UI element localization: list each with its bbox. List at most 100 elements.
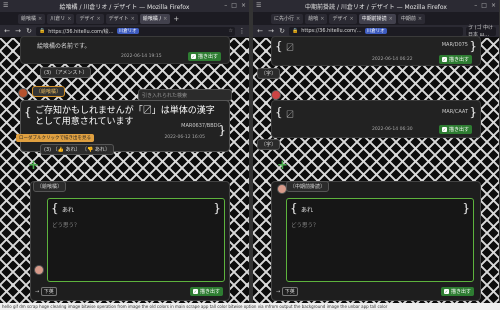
tab[interactable]: 絵喰 ×	[305, 13, 328, 24]
tab[interactable]: デザイト ×	[105, 13, 138, 24]
tab-close-icon[interactable]: ×	[320, 16, 324, 22]
post-code: MAR/CAAT	[441, 109, 468, 115]
close-brace: }	[469, 105, 477, 119]
submit-button[interactable]: ✓ 描き出す	[440, 287, 474, 296]
left-browser-window: ☰ 絵喰橘 / 川倉リオ / デザイト — Mozilla Firefox – …	[0, 0, 250, 303]
close-brace: }	[469, 39, 477, 53]
add-icon[interactable]: +	[277, 158, 288, 173]
maximize-icon[interactable]: □	[481, 2, 487, 9]
minimize-icon[interactable]: –	[474, 2, 477, 9]
tab[interactable]: に先小行 ×	[271, 13, 304, 24]
user-avatar[interactable]	[277, 184, 287, 194]
back-icon[interactable]: ←	[3, 27, 11, 35]
input-mode-key[interactable]: 下英	[40, 287, 57, 296]
tab[interactable]: デザイ ×	[76, 13, 104, 24]
keyboard-hint: → 下英	[35, 287, 57, 296]
close-brace: }	[218, 123, 226, 137]
tab-close-icon[interactable]: ×	[67, 16, 71, 22]
desktop: ☰ 絵喰橘 / 川倉リオ / デザイト — Mozilla Firefox – …	[0, 0, 500, 310]
tag-chip[interactable]: 〔字〕	[257, 139, 281, 150]
tab[interactable]: 絵喰橘 ×	[18, 13, 46, 24]
menu-icon[interactable]: ☰	[256, 2, 261, 9]
tab-close-icon[interactable]: ×	[418, 16, 422, 22]
url-text: https://36.hitellu.com/绘…	[48, 28, 114, 35]
keyboard-hint: → 下英	[276, 287, 298, 296]
new-tab-icon[interactable]: +	[172, 15, 180, 23]
avatar[interactable]	[271, 90, 281, 100]
composer-channel-tag[interactable]: 〔中期前掛読〕	[286, 181, 330, 192]
open-brace: {	[51, 201, 59, 215]
post-meta: 2022-06-12 16:05	[164, 135, 205, 140]
reload-icon[interactable]: ↻	[278, 27, 286, 35]
submit-button[interactable]: ✓ 描き出す	[189, 287, 223, 296]
forward-icon[interactable]: →	[14, 27, 22, 35]
minimize-icon[interactable]: –	[224, 2, 227, 9]
post-meta: 2022-06-14 06:22	[372, 57, 413, 62]
composer-placeholder: どう思う？	[52, 223, 80, 229]
check-icon: ✓	[443, 289, 449, 294]
check-icon: ✓	[192, 289, 198, 294]
menu-icon[interactable]: ☰	[3, 2, 8, 9]
tab[interactable]: 中期前 ×	[397, 13, 426, 24]
close-brace: }	[462, 201, 470, 215]
tab-close-icon[interactable]: ×	[349, 16, 353, 22]
reload-icon[interactable]: ↻	[25, 27, 33, 35]
tab-close-icon[interactable]: ×	[389, 16, 393, 22]
tab-close-icon[interactable]: ×	[296, 16, 300, 22]
url-badge: 川倉リオ	[116, 28, 139, 34]
bookmark-star-icon[interactable]: ☆	[229, 28, 233, 34]
reply-button[interactable]: ✓ 描き出す	[438, 125, 472, 134]
post-code: MAR0637/BBDC	[181, 123, 221, 129]
arrow-down-icon: →	[35, 289, 40, 295]
url-bar[interactable]: 🔒 https://36.hitellu.com/… 川倉リオ	[289, 26, 463, 36]
page-content: { 〼 MAR/D075 } 2022-06-14 06:22 ✓ 描き出す 〔字…	[253, 36, 499, 303]
lock-icon: 🔒	[39, 28, 46, 34]
check-icon: ✓	[441, 57, 447, 62]
tab[interactable]: デザイ ×	[329, 13, 357, 24]
close-icon[interactable]: ×	[241, 2, 246, 9]
reaction-chip[interactable]: (3) 〔アメンスト〕	[40, 67, 92, 78]
input-mode-key[interactable]: 下英	[281, 287, 298, 296]
composer-input[interactable]: { あれ } どう思う？	[286, 198, 474, 282]
reply-button[interactable]: ✓ 描き出す	[438, 55, 472, 64]
post-text: 絵喰橘の名前です。	[37, 43, 91, 50]
check-icon: ✓	[441, 127, 447, 132]
close-icon[interactable]: ×	[491, 2, 496, 9]
user-avatar[interactable]	[34, 265, 44, 275]
post-card: 絵喰橘の名前です。 2022-06-14 19:15 ✓ 描き出す	[20, 36, 230, 64]
back-icon[interactable]: ←	[256, 27, 264, 35]
tab[interactable]: 川倉リ ×	[47, 13, 75, 24]
url-bar[interactable]: 🔒 https://36.hitellu.com/绘… 川倉リオ ☆	[36, 26, 235, 36]
tab-close-icon[interactable]: ×	[163, 16, 167, 22]
tag-chip[interactable]: 〔字〕	[257, 68, 281, 79]
window-title: 絵喰橘 / 川倉リオ / デザイト — Mozilla Firefox	[59, 3, 190, 11]
channel-tag[interactable]: 〔絵喰橘〕	[32, 86, 66, 97]
composer: 〔絵喰橘〕 { あれ } どう思う？ → 下英 ✓ 描き出す	[30, 181, 230, 301]
lock-icon: 🔒	[292, 28, 299, 34]
glyph: 〼	[286, 110, 294, 119]
composer-input[interactable]: { あれ } どう思う？	[47, 198, 225, 282]
composer-text: あれ	[62, 207, 75, 214]
search-box[interactable]: ゔ (ゴ 中け 日本 ш…	[466, 25, 496, 38]
avatar[interactable]	[18, 88, 28, 98]
url-badge: 川倉リオ	[364, 28, 387, 34]
tab-close-icon[interactable]: ×	[38, 16, 42, 22]
tab-close-icon[interactable]: ×	[131, 16, 135, 22]
maximize-icon[interactable]: □	[231, 2, 237, 9]
check-icon: ✓	[190, 54, 196, 59]
composer-channel-tag[interactable]: 〔絵喰橘〕	[33, 181, 67, 192]
close-brace: }	[213, 201, 221, 215]
reply-button[interactable]: ✓ 描き出す	[187, 52, 221, 61]
composer: 〔中期前掛読〕 { あれ } どう思う？ → 下英 ✓ 描き出す	[271, 181, 481, 301]
tab-active[interactable]: 絵喰橘 / ×	[139, 13, 171, 24]
forward-icon[interactable]: →	[267, 27, 275, 35]
tab-active[interactable]: 中期前掛読 ×	[358, 13, 396, 24]
glyph: 〼	[286, 43, 294, 52]
post-meta: 2022-06-14 06:30	[372, 127, 413, 132]
extensions-icon[interactable]: ⋮	[238, 27, 246, 35]
window-titlebar: ☰ 中期前掛読 / 川倉リオ / デザイト — Mozilla Firefox …	[253, 0, 499, 12]
reaction-chips[interactable]: (3) 〔👍 あれ〕 〔👎 あれ〕	[40, 144, 114, 155]
tab-close-icon[interactable]: ×	[96, 16, 100, 22]
add-icon[interactable]: +	[28, 158, 39, 173]
window-controls: – □ ×	[474, 2, 496, 9]
